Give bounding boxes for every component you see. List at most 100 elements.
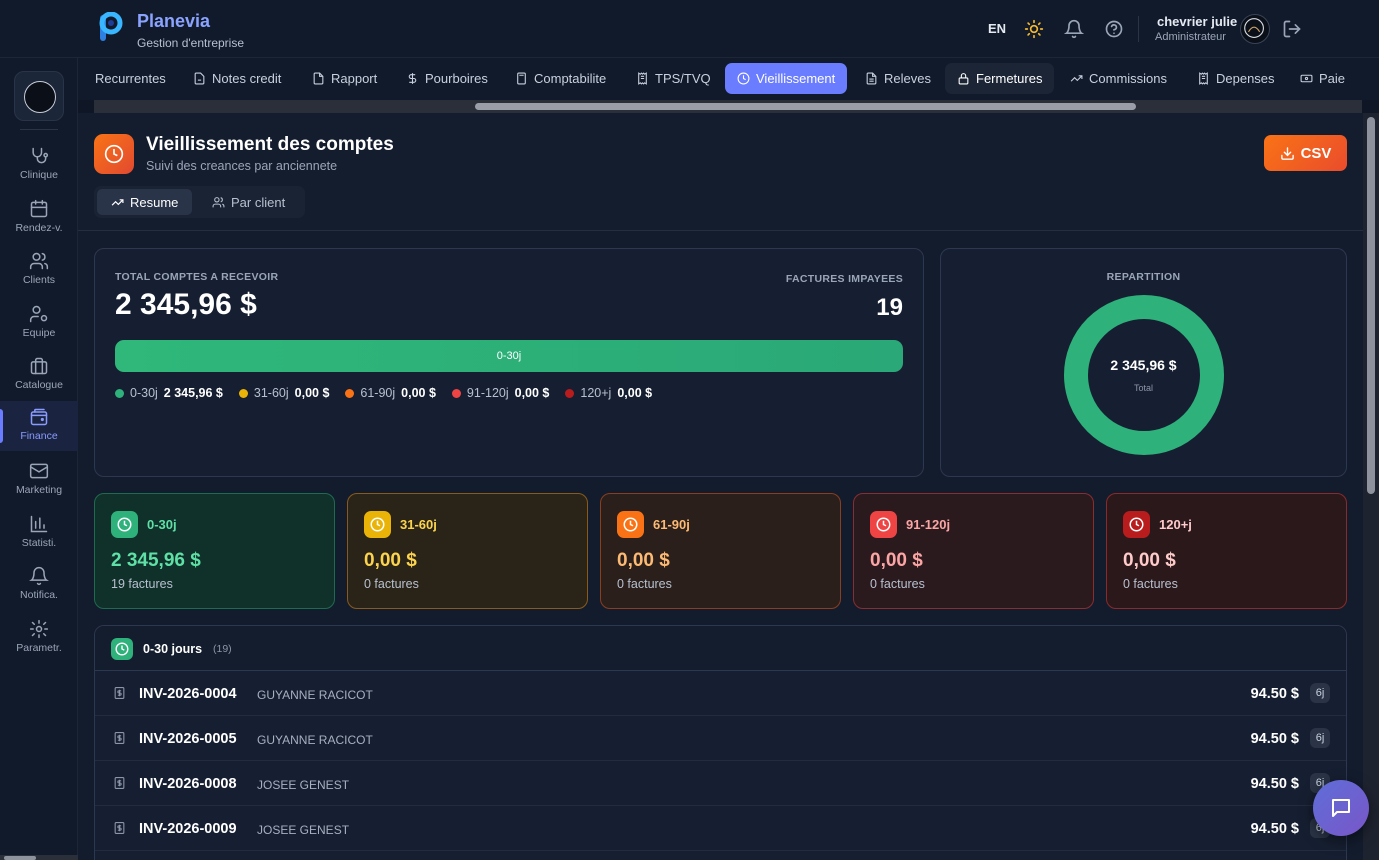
sidebar-item-rendez-vous[interactable]: Rendez-v. (0, 193, 78, 243)
sidebar-item-parametres[interactable]: Parametr. (0, 613, 78, 663)
zen-logo-icon (24, 81, 56, 113)
sidebar-item-label: Finance (20, 430, 58, 442)
legend-name: 61-90j (360, 386, 396, 400)
table-row[interactable]: INV-2026-0005 GUYANNE RACICOT 94.50 $ 6j (95, 716, 1346, 761)
tab-pourboires[interactable]: Pourboires (394, 63, 500, 94)
tab-notes-credit[interactable]: Notes credit (181, 63, 293, 94)
tab-fermetures[interactable]: Fermetures (945, 63, 1055, 94)
brand-subtitle: Gestion d'entreprise (137, 36, 245, 50)
tab-recurrentes[interactable]: Recurrentes (83, 63, 178, 94)
tabs-scrollbar-thumb[interactable] (475, 103, 1136, 110)
legend-value: 0,00 $ (401, 386, 436, 400)
page-scrollbar-thumb[interactable] (1367, 117, 1375, 494)
tab-releves[interactable]: Releves (853, 63, 943, 94)
tab-comptabilite[interactable]: Comptabilite (503, 63, 618, 94)
receipt-icon (638, 72, 647, 85)
unpaid-label: FACTURES IMPAYEES (785, 273, 903, 285)
briefcase-icon (30, 357, 48, 375)
tab-rapport[interactable]: Rapport (300, 63, 389, 94)
banknote-icon (1300, 74, 1313, 83)
invoice-number: INV-2026-0004 (139, 686, 237, 702)
legend-name: 91-120j (466, 386, 509, 400)
clock-icon (115, 642, 129, 656)
aging-legend: 0-30j 2 345,96 $ 31-60j 0,00 $ 61-90j 0,00 … (115, 386, 652, 400)
user-name[interactable]: chevrier julie (1157, 14, 1237, 29)
sidebar-item-notifications[interactable]: Notifica. (0, 560, 78, 610)
legend-name: 31-60j (253, 386, 289, 400)
bucket-card-0-30j[interactable]: 0-30j 2 345,96 $ 19 factures (94, 493, 335, 609)
sidebar-logo[interactable] (14, 71, 64, 121)
avatar[interactable] (1240, 14, 1270, 44)
lock-icon (958, 73, 969, 85)
sidebar-item-label: Parametr. (16, 642, 62, 654)
chat-bubble-icon (1332, 799, 1350, 817)
table-row[interactable]: INV-2026-0008 JOSEE GENEST 94.50 $ 6j (95, 761, 1346, 806)
bell-icon (29, 566, 49, 586)
tab-depenses[interactable]: Depenses (1185, 63, 1287, 94)
tab-commissions[interactable]: Commissions (1058, 63, 1179, 94)
bell-icon[interactable] (1064, 19, 1084, 39)
tab-tps-tvq[interactable]: TPS/TVQ (624, 63, 723, 94)
repartition-card: REPARTITION 2 345,96 $ Total (940, 248, 1347, 477)
tab-label: Releves (884, 71, 931, 86)
sidebar-item-catalogue[interactable]: Catalogue (0, 350, 78, 400)
legend-dot (238, 388, 248, 398)
download-icon (1280, 146, 1294, 160)
page-title: Vieillissement des comptes (146, 134, 394, 155)
legend-item: 61-90j 0,00 $ (345, 386, 436, 400)
legend-name: 0-30j (130, 386, 158, 400)
view-label: Par client (231, 194, 286, 210)
legend-value: 0,00 $ (617, 386, 653, 400)
sidebar-item-statistiques[interactable]: Statisti. (0, 508, 78, 558)
tab-vieillissement[interactable]: Vieillissement (725, 63, 848, 94)
clock-icon (876, 517, 891, 532)
page-subtitle: Suivi des creances par anciennete (146, 159, 338, 173)
sidebar-item-label: Statisti. (21, 537, 57, 549)
logout-icon[interactable] (1282, 19, 1302, 39)
language-toggle[interactable]: EN (988, 21, 1006, 36)
bucket-card-61-90j[interactable]: 61-90j 0,00 $ 0 factures (600, 493, 841, 609)
sidebar-scrollbar-thumb[interactable] (4, 856, 36, 860)
invoice-number: INV-2026-0008 (139, 776, 237, 792)
user-role: Administrateur (1155, 31, 1226, 43)
invoice-list-title: 0-30 jours (143, 642, 203, 656)
users-icon (29, 252, 49, 270)
sidebar-item-equipe[interactable]: Equipe (0, 298, 78, 348)
sidebar-item-finance[interactable]: Finance (0, 401, 78, 451)
bucket-card-31-60j[interactable]: 31-60j 0,00 $ 0 factures (347, 493, 588, 609)
sidebar-item-marketing[interactable]: Marketing (0, 455, 78, 505)
view-par-client-button[interactable]: Par client (198, 189, 299, 215)
bar-chart-icon (30, 515, 48, 533)
legend-dot (451, 388, 461, 398)
chat-button[interactable] (1313, 780, 1369, 836)
legend-item: 31-60j 0,00 $ (238, 386, 329, 400)
invoice-age-badge: 6j (1310, 683, 1330, 703)
help-icon[interactable] (1104, 19, 1124, 39)
bucket-card-120-plus-j[interactable]: 120+j 0,00 $ 0 factures (1106, 493, 1347, 609)
legend-name: 120+j (580, 386, 612, 400)
clock-icon (370, 517, 385, 532)
invoice-list-header[interactable]: 0-30 jours (19) (95, 626, 1346, 671)
bucket-name: 31-60j (400, 517, 437, 532)
trending-up-icon (1070, 75, 1083, 82)
donut-segment-0-30j[interactable] (1064, 295, 1224, 455)
invoice-customer: JOSEE GENEST (257, 778, 350, 792)
repartition-donut-chart[interactable] (1064, 295, 1224, 455)
finance-tabs: Recurrentes Notes credit Rapport Pourboi… (78, 58, 1379, 100)
sidebar-item-clients[interactable]: Clients (0, 245, 78, 295)
view-resume-button[interactable]: Resume (97, 189, 193, 215)
bucket-icon (111, 511, 138, 538)
sidebar-item-clinique[interactable]: Clinique (0, 140, 78, 190)
planevia-logo-icon[interactable] (96, 12, 124, 44)
sidebar-item-label: Marketing (15, 484, 63, 496)
tab-label: Depenses (1216, 71, 1275, 86)
bucket-count: 0 factures (364, 577, 419, 591)
sun-icon[interactable] (1024, 19, 1044, 39)
aging-distribution-bar[interactable]: 0-30j (115, 340, 903, 372)
export-csv-button[interactable]: CSV (1264, 135, 1347, 171)
table-row[interactable]: INV-2026-0004 GUYANNE RACICOT 94.50 $ 6j (95, 671, 1346, 716)
bucket-card-91-120j[interactable]: 91-120j 0,00 $ 0 factures (853, 493, 1094, 609)
tab-paie[interactable]: Paie (1288, 63, 1357, 94)
invoice-customer: GUYANNE RACICOT (257, 733, 373, 747)
table-row[interactable]: INV-2026-0009 JOSEE GENEST 94.50 $ 6j (95, 806, 1346, 851)
